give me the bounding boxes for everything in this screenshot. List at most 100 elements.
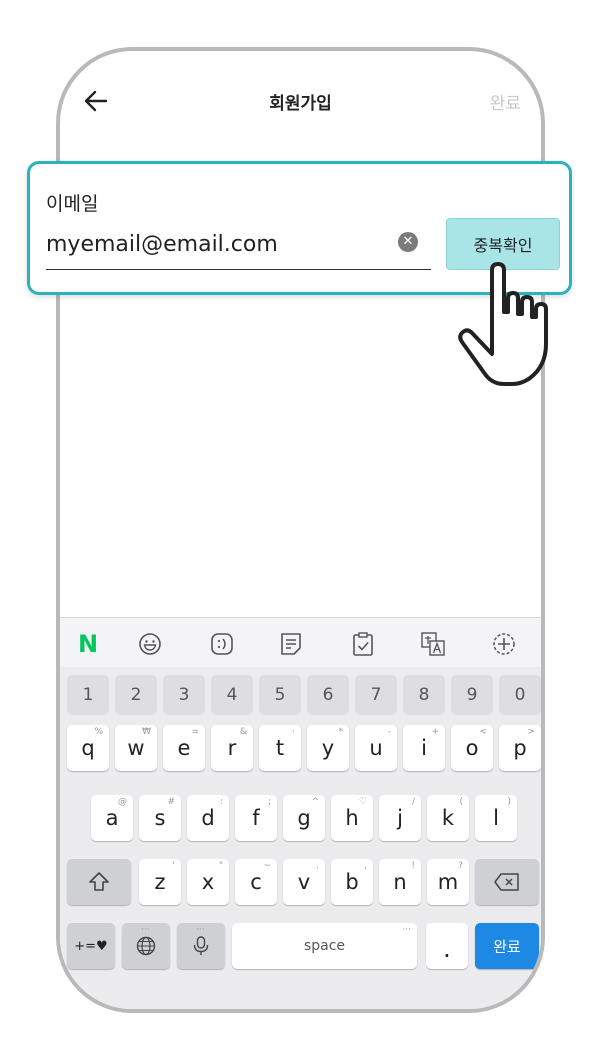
key-o[interactable]: < o — [451, 725, 493, 771]
key-hint: = — [191, 727, 199, 737]
key-label: e — [177, 736, 191, 760]
key-hint: ! — [411, 861, 415, 871]
key-label: k — [441, 806, 455, 830]
key-hint: ··· — [196, 925, 205, 935]
key-label: x — [201, 870, 215, 894]
key-v[interactable]: .v — [283, 859, 325, 905]
key-5[interactable]: 5 — [259, 675, 301, 715]
key-hint: * — [338, 727, 344, 737]
key-8[interactable]: 8 — [403, 675, 445, 715]
symbols-key[interactable]: +=♥ — [67, 923, 115, 969]
key-label: u — [369, 736, 383, 760]
key-u[interactable]: -u — [355, 725, 397, 771]
space-label: space — [303, 938, 346, 954]
key-1[interactable]: 1 — [67, 675, 109, 715]
keyboard-done-key[interactable]: 완료 — [475, 923, 539, 969]
key-h[interactable]: ♡ h — [331, 795, 373, 841]
backspace-icon — [494, 873, 519, 891]
key-d[interactable]: :d — [187, 795, 229, 841]
memo-icon[interactable] — [277, 630, 305, 658]
key-hint: , — [364, 861, 367, 871]
clipboard-icon[interactable] — [349, 630, 377, 658]
key-hint: ; — [267, 797, 271, 807]
key-label: h — [345, 806, 359, 830]
page-title: 회원가입 — [269, 94, 332, 114]
key-6[interactable]: 6 — [307, 675, 349, 715]
key-hint: # — [167, 797, 175, 807]
key-hint: > — [527, 727, 535, 737]
voice-key[interactable]: ··· — [177, 923, 225, 969]
key-hint: % — [94, 727, 103, 737]
key-label: j — [397, 806, 403, 830]
key-label: i — [421, 736, 427, 760]
key-label: d — [201, 806, 215, 830]
key-hint: ··· — [141, 925, 150, 935]
key-label: v — [297, 870, 311, 894]
space-key[interactable]: ··· space — [232, 923, 417, 969]
backspace-key[interactable] — [475, 859, 539, 905]
key-z[interactable]: ' z — [139, 859, 181, 905]
key-c[interactable]: ~ c — [235, 859, 277, 905]
key-i[interactable]: + i — [403, 725, 445, 771]
keyboard: N 1 2 3 4 5 6 7 8 9 0 % q ₩ w = e & r · … — [60, 617, 541, 1009]
key-y[interactable]: * y — [307, 725, 349, 771]
key-label: o — [465, 736, 479, 760]
key-a[interactable]: @ a — [91, 795, 133, 841]
key-g[interactable]: ^ g — [283, 795, 325, 841]
key-k[interactable]: (k — [427, 795, 469, 841]
key-2[interactable]: 2 — [115, 675, 157, 715]
key-4[interactable]: 4 — [211, 675, 253, 715]
key-label: n — [393, 870, 407, 894]
key-l[interactable]: ) l — [475, 795, 517, 841]
key-q[interactable]: % q — [67, 725, 109, 771]
key-hint: " — [218, 861, 223, 871]
microphone-icon — [193, 936, 209, 955]
key-7[interactable]: 7 — [355, 675, 397, 715]
key-label: q — [81, 736, 95, 760]
key-x[interactable]: " x — [187, 859, 229, 905]
translate-icon[interactable] — [419, 630, 447, 658]
app-header: 회원가입 완료 — [60, 51, 541, 157]
key-3[interactable]: 3 — [163, 675, 205, 715]
keyboard-toolbar: N — [60, 617, 541, 667]
key-hint: & — [239, 727, 247, 737]
key-9[interactable]: 9 — [451, 675, 493, 715]
key-hint: - — [387, 727, 391, 737]
key-e[interactable]: = e — [163, 725, 205, 771]
key-r[interactable]: & r — [211, 725, 253, 771]
pointing-hand-icon — [458, 262, 548, 386]
key-hint: · — [292, 727, 295, 737]
key-j[interactable]: / j — [379, 795, 421, 841]
email-input[interactable] — [46, 226, 431, 270]
key-n[interactable]: ! n — [379, 859, 421, 905]
key-f[interactable]: ; f — [235, 795, 277, 841]
key-s[interactable]: # s — [139, 795, 181, 841]
add-circle-icon[interactable] — [490, 630, 518, 658]
key-w[interactable]: ₩ w — [115, 725, 157, 771]
key-hint: ( — [459, 797, 463, 807]
key-t[interactable]: · t — [259, 725, 301, 771]
key-0[interactable]: 0 — [499, 675, 541, 715]
clear-input-icon[interactable]: ✕ — [398, 232, 418, 252]
period-key[interactable]: . — [426, 923, 468, 969]
key-label: z — [154, 870, 166, 894]
emoticon-icon[interactable] — [208, 630, 236, 658]
key-m[interactable]: ? m — [427, 859, 469, 905]
key-hint: ? — [458, 861, 463, 871]
key-hint: @ — [118, 797, 127, 807]
emoji-icon[interactable] — [136, 630, 164, 658]
key-label: a — [105, 806, 119, 830]
language-key[interactable]: ··· — [122, 923, 170, 969]
shift-key[interactable] — [67, 859, 131, 905]
naver-n-icon[interactable]: N — [78, 630, 106, 658]
key-hint: . — [316, 861, 319, 871]
key-label: p — [513, 736, 527, 760]
key-b[interactable]: ,b — [331, 859, 373, 905]
key-label: w — [127, 736, 145, 760]
key-label: t — [275, 736, 285, 760]
done-button[interactable]: 완료 — [490, 89, 521, 114]
key-hint: ^ — [311, 797, 319, 807]
key-p[interactable]: > p — [499, 725, 541, 771]
key-hint: ~ — [263, 861, 271, 871]
key-hint: + — [431, 727, 439, 737]
